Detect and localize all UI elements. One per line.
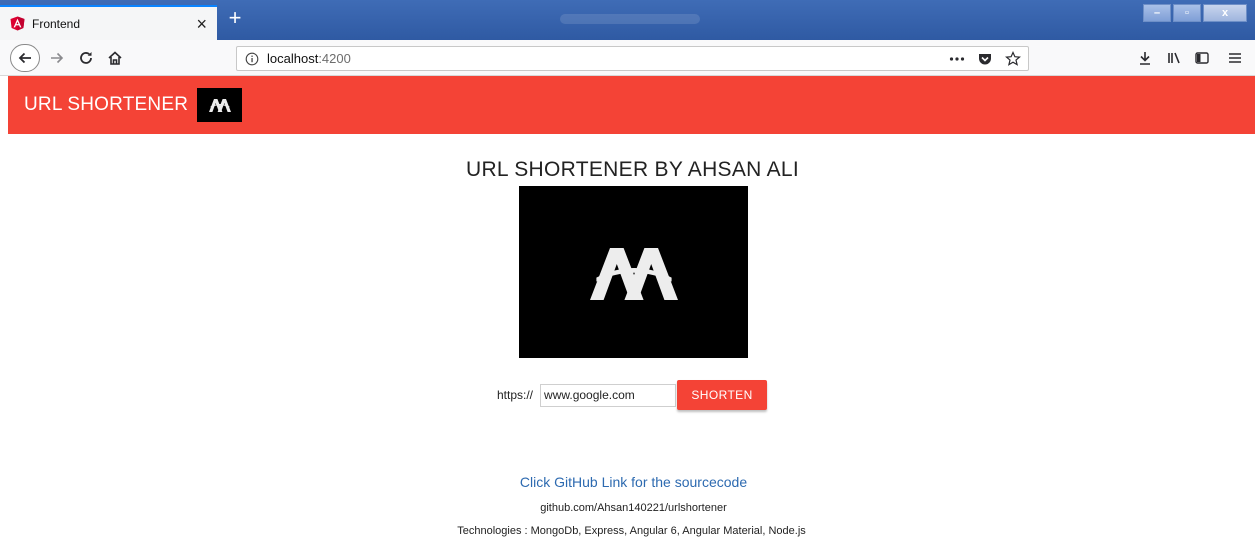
- window-controls: – ▫ x: [1143, 4, 1247, 22]
- repo-url: github.com/Ahsan140221/urlshortener: [540, 502, 727, 514]
- url-port: :4200: [318, 51, 351, 66]
- close-window-button[interactable]: x: [1203, 4, 1247, 22]
- shorten-form: https:// SHORTEN: [497, 380, 768, 410]
- protocol-prefix: https://: [497, 388, 534, 402]
- window-title: [560, 14, 700, 24]
- technologies-text: Technologies : MongoDb, Express, Angular…: [457, 525, 806, 537]
- navigation-toolbar: localhost:4200: [0, 40, 1255, 76]
- home-button[interactable]: [103, 46, 127, 70]
- reload-icon: [80, 52, 92, 64]
- maximize-button[interactable]: ▫: [1173, 4, 1201, 22]
- app-title: URL SHORTENER: [24, 94, 189, 115]
- address-bar[interactable]: localhost:4200: [236, 46, 1029, 71]
- forward-arrow-icon: [51, 52, 64, 64]
- reload-button[interactable]: [74, 46, 98, 70]
- minimize-button[interactable]: –: [1143, 4, 1171, 22]
- sidebar-icon: [1195, 52, 1209, 64]
- downloads-button[interactable]: [1133, 46, 1157, 70]
- pocket-icon[interactable]: [976, 50, 994, 68]
- url-text: localhost:4200: [267, 51, 351, 66]
- shorten-button[interactable]: SHORTEN: [677, 380, 768, 410]
- browser-tab[interactable]: Frontend ×: [0, 5, 217, 40]
- github-link[interactable]: Click GitHub Link for the sourcecode: [0, 474, 1255, 490]
- sidebar-button[interactable]: [1190, 46, 1214, 70]
- url-host: localhost: [267, 51, 319, 66]
- app-toolbar: URL SHORTENER: [8, 76, 1255, 134]
- tab-strip: Frontend × + – ▫ x: [0, 0, 1255, 40]
- url-input[interactable]: [540, 383, 677, 407]
- library-icon: [1168, 52, 1180, 64]
- tab-title: Frontend: [32, 16, 81, 31]
- angular-icon: [10, 16, 25, 31]
- aa-logo: [197, 88, 243, 122]
- download-icon: [1140, 52, 1150, 65]
- close-tab-icon[interactable]: ×: [196, 15, 207, 33]
- forward-button[interactable]: [45, 46, 69, 70]
- bookmark-star-icon[interactable]: [1004, 50, 1022, 68]
- aa-logo: [519, 186, 748, 358]
- back-button[interactable]: [10, 44, 40, 72]
- page-actions-icon[interactable]: [948, 50, 966, 68]
- back-arrow-icon: [18, 52, 31, 64]
- home-icon: [108, 51, 122, 65]
- library-button[interactable]: [1162, 46, 1186, 70]
- hamburger-menu-icon: [1229, 53, 1241, 63]
- address-bar-actions: [948, 50, 1022, 68]
- menu-button[interactable]: [1223, 46, 1247, 70]
- page-title: URL SHORTENER BY AHSAN ALI: [465, 158, 800, 181]
- info-icon[interactable]: [243, 50, 261, 68]
- new-tab-button[interactable]: +: [222, 5, 248, 33]
